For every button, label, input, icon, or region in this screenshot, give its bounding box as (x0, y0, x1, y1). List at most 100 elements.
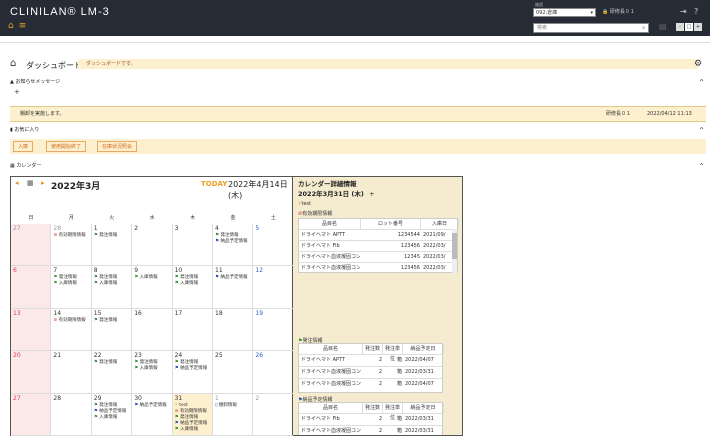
calendar-event[interactable]: ⚑ 発注情報 (94, 233, 117, 239)
font-medium-button[interactable]: □ (685, 23, 693, 31)
font-size-switch[interactable]: - □ + (676, 23, 703, 31)
chevron-up-icon[interactable]: ^ (699, 126, 704, 135)
calendar-day-cell[interactable]: 16 (132, 308, 173, 352)
calendar-day-cell[interactable]: 21 (51, 351, 92, 394)
favorite-button-stock[interactable]: 在庫状況照会 (97, 141, 138, 152)
calendar-day-cell[interactable]: 12 (253, 266, 294, 309)
logout-icon[interactable]: ⇥ (680, 8, 687, 16)
table-cell: 2 (378, 428, 382, 434)
calendar-day-cell[interactable]: 3 (172, 224, 213, 267)
today-button[interactable]: TODAY (201, 180, 227, 188)
calendar-event[interactable]: ⚑ 納品予定情報 (215, 275, 247, 281)
calendar-day-cell[interactable]: 23 ⚑ 発注情報 ⚑ 入庫情報 (132, 351, 173, 394)
calendar-event[interactable]: ⚑ 発注情報 (94, 318, 117, 324)
calendar-event[interactable]: ⚑ 入庫情報 (94, 415, 117, 421)
favorites-header[interactable]: ▮ お気に入り ^ (10, 126, 710, 135)
calendar-icon[interactable]: ▦ (27, 179, 34, 187)
calendar-day-cell[interactable]: 2 (132, 224, 173, 267)
calendar-event[interactable]: ⚑ 入庫情報 (175, 281, 198, 287)
calendar-event[interactable]: ▯ 棚卸情報 (215, 403, 237, 409)
calendar-day-cell[interactable]: 25 (213, 351, 254, 394)
calendar-day-cell[interactable]: 8 ⚑ 発注情報 ⚑ 入庫情報 (91, 266, 133, 309)
calendar-day-cell[interactable]: 29 ⚑ 発注情報 ⚑ 納品予定情報 ⚑ 入庫情報 (91, 393, 133, 436)
calendar-day-cell[interactable]: 27 (11, 393, 52, 436)
calendar-day-cell[interactable]: 26 (253, 351, 294, 394)
calendar-event[interactable]: ⊘ 有効期限情報 (53, 233, 85, 239)
add-event-button[interactable]: + (369, 190, 374, 198)
calendar-day-cell[interactable]: 28 (51, 393, 92, 436)
calendar-day-cell[interactable]: 19 (253, 308, 294, 352)
calendar-day-cell[interactable]: 28 ⊘ 有効期限情報 (51, 224, 92, 267)
calendar-day-cell[interactable]: 1 ▯ 棚卸情報 (213, 393, 254, 436)
table-header[interactable]: 納品予定日 (403, 403, 444, 413)
table-header[interactable]: ロット番号 (361, 219, 421, 229)
calendar-event[interactable]: ⚑ 納品予定情報 (175, 366, 207, 372)
calendar-day-cell[interactable]: 22 ⚑ 発注情報 (91, 351, 133, 394)
calendar-event[interactable]: ⚑ 発注情報 (94, 360, 117, 366)
search-input[interactable]: 検索 ⌕ (533, 23, 649, 33)
font-small-button[interactable]: - (676, 23, 684, 31)
home-icon[interactable]: ⌂ (8, 22, 14, 31)
calendar-event[interactable]: ⚑ 納品予定情報 (134, 403, 166, 409)
chevron-up-icon[interactable]: ^ (699, 162, 704, 171)
calendar-day-cell[interactable]: 31 ⚡ test ⊘ 有効期限情報 ⚑ 発注情報 ⚑ 納品予定情報 ⚑ 入庫情報 (172, 393, 213, 436)
scrollbar[interactable] (452, 229, 457, 273)
notice-row[interactable]: 棚卸を実施します。 研修長０１ 2022/04/12 11:13 (10, 106, 706, 122)
font-large-button[interactable]: + (694, 23, 702, 31)
calendar-day-cell[interactable]: 7 ⚑ 発注情報 ⚑ 入庫情報 (51, 266, 92, 309)
gear-icon[interactable]: ⚙ (694, 59, 702, 69)
calendar-day-cell[interactable]: 4 ⚑ 発注情報 ⚑ 納品予定情報 (213, 224, 254, 267)
calendar-day-cell[interactable]: 6 (11, 266, 52, 309)
calendar-day-cell[interactable]: 9 ⚑ 入庫情報 (132, 266, 173, 309)
calendar-day-cell[interactable]: 17 (172, 308, 213, 352)
table-header[interactable]: 発注数 (363, 403, 383, 413)
day-number: 4 (215, 225, 219, 232)
calendar-event[interactable]: ⚑ 入庫情報 (175, 427, 198, 433)
calendar-day-cell[interactable]: 11 ⚑ 納品予定情報 (213, 266, 254, 309)
calendar-event[interactable]: ⚑ 入庫情報 (134, 366, 157, 372)
table-header[interactable]: 入庫日 (421, 219, 459, 229)
calendar-day-cell[interactable]: 13 (11, 308, 52, 352)
calendar-day-cell[interactable]: 18 (213, 308, 254, 352)
table-cell: ドライヘマト血液凝固コントロール血漿レベル２ (301, 381, 362, 387)
table-header[interactable]: 発注数 (363, 344, 383, 354)
help-icon[interactable]: ? (694, 8, 698, 16)
notices-header[interactable]: ▲ お知らせメッセージ ^ (10, 78, 710, 87)
search-icon[interactable]: ⌕ (642, 24, 645, 33)
calendar-event[interactable]: ⚑ 入庫情報 (53, 281, 76, 287)
calendar-event[interactable]: ⚑ 納品予定情報 (215, 239, 247, 245)
table-header[interactable]: 発注単位 (383, 403, 403, 421)
calendar-event[interactable]: ⊘ 有効期限情報 (53, 318, 85, 324)
table-header[interactable]: 納品予定日 (403, 344, 444, 354)
prev-month-icon[interactable]: ◂ (15, 179, 19, 187)
calendar-day-cell[interactable]: 30 ⚑ 納品予定情報 (132, 393, 173, 436)
table-header[interactable]: 品目名 (299, 344, 363, 354)
calendar-day-cell[interactable]: 14 ⊘ 有効期限情報 (51, 308, 92, 352)
day-number: 27 (13, 225, 21, 232)
table-header[interactable]: 発注単位 (383, 344, 403, 362)
menu-icon[interactable]: ≡ (19, 22, 27, 31)
calendar-day-cell[interactable]: 20 (11, 351, 52, 394)
calendar-header[interactable]: ▦ カレンダー ^ (10, 162, 710, 171)
calendar-day-cell[interactable]: 24 ⚑ 発注情報 ⚑ 納品予定情報 (172, 351, 213, 394)
favorite-button-receipt[interactable]: 入庫 (13, 141, 34, 152)
scrollbar-thumb[interactable] (452, 233, 457, 259)
calendar-day-cell[interactable]: 27 (11, 224, 52, 267)
print-icon[interactable]: ▤ (659, 23, 667, 31)
calendar-day-cell[interactable]: 2 (253, 393, 294, 436)
table-header[interactable]: 品目名 (299, 219, 361, 229)
chevron-up-icon[interactable]: ^ (699, 78, 704, 87)
table-cell: 2022/03/31 (405, 428, 434, 434)
table-header[interactable]: 品目名 (299, 403, 363, 413)
detail-test-item[interactable]: ⚡test (298, 201, 311, 207)
facility-select[interactable]: 092:倉庫 ▾ (533, 8, 596, 17)
calendar-day-cell[interactable]: 15 ⚑ 発注情報 (91, 308, 133, 352)
calendar-event[interactable]: ⚑ 入庫情報 (134, 275, 157, 281)
next-month-icon[interactable]: ▸ (41, 179, 45, 187)
calendar-event[interactable]: ⚑ 入庫情報 (94, 281, 117, 287)
calendar-day-cell[interactable]: 5 (253, 224, 294, 267)
add-notice-button[interactable]: + (14, 88, 20, 96)
favorite-button-usage[interactable]: 使用開始終了 (46, 141, 87, 152)
calendar-day-cell[interactable]: 1 ⚑ 発注情報 (91, 224, 133, 267)
calendar-day-cell[interactable]: 10 ⚑ 発注情報 ⚑ 入庫情報 (172, 266, 213, 309)
